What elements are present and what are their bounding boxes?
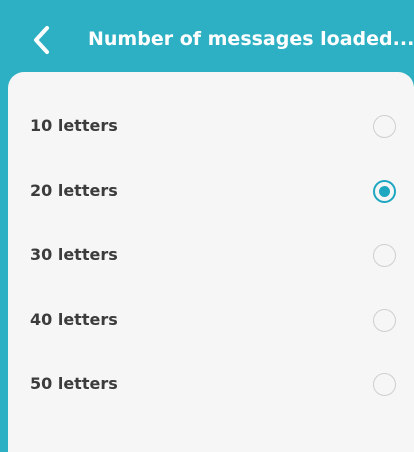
chevron-left-icon — [34, 26, 49, 54]
option-40-letters[interactable]: 40 letters — [8, 288, 414, 353]
radio-button[interactable] — [373, 244, 396, 267]
options-panel: 10 letters 20 letters 30 letters 40 lett… — [8, 72, 414, 452]
options-list: 10 letters 20 letters 30 letters 40 lett… — [8, 94, 414, 417]
radio-button[interactable] — [373, 115, 396, 138]
app-header: Number of messages loaded... — [0, 0, 414, 78]
option-label: 20 letters — [30, 180, 118, 200]
option-30-letters[interactable]: 30 letters — [8, 223, 414, 288]
option-20-letters[interactable]: 20 letters — [8, 159, 414, 224]
option-10-letters[interactable]: 10 letters — [8, 94, 414, 159]
option-label: 30 letters — [30, 245, 118, 264]
option-label: 40 letters — [30, 309, 118, 329]
radio-button[interactable] — [373, 373, 396, 396]
option-50-letters[interactable]: 50 letters — [8, 352, 414, 417]
page-title: Number of messages loaded... — [88, 28, 414, 50]
option-label: 10 letters — [30, 116, 118, 135]
back-button[interactable] — [26, 22, 58, 58]
radio-button[interactable] — [373, 179, 396, 203]
option-label: 50 letters — [30, 374, 118, 393]
radio-button[interactable] — [373, 308, 396, 332]
